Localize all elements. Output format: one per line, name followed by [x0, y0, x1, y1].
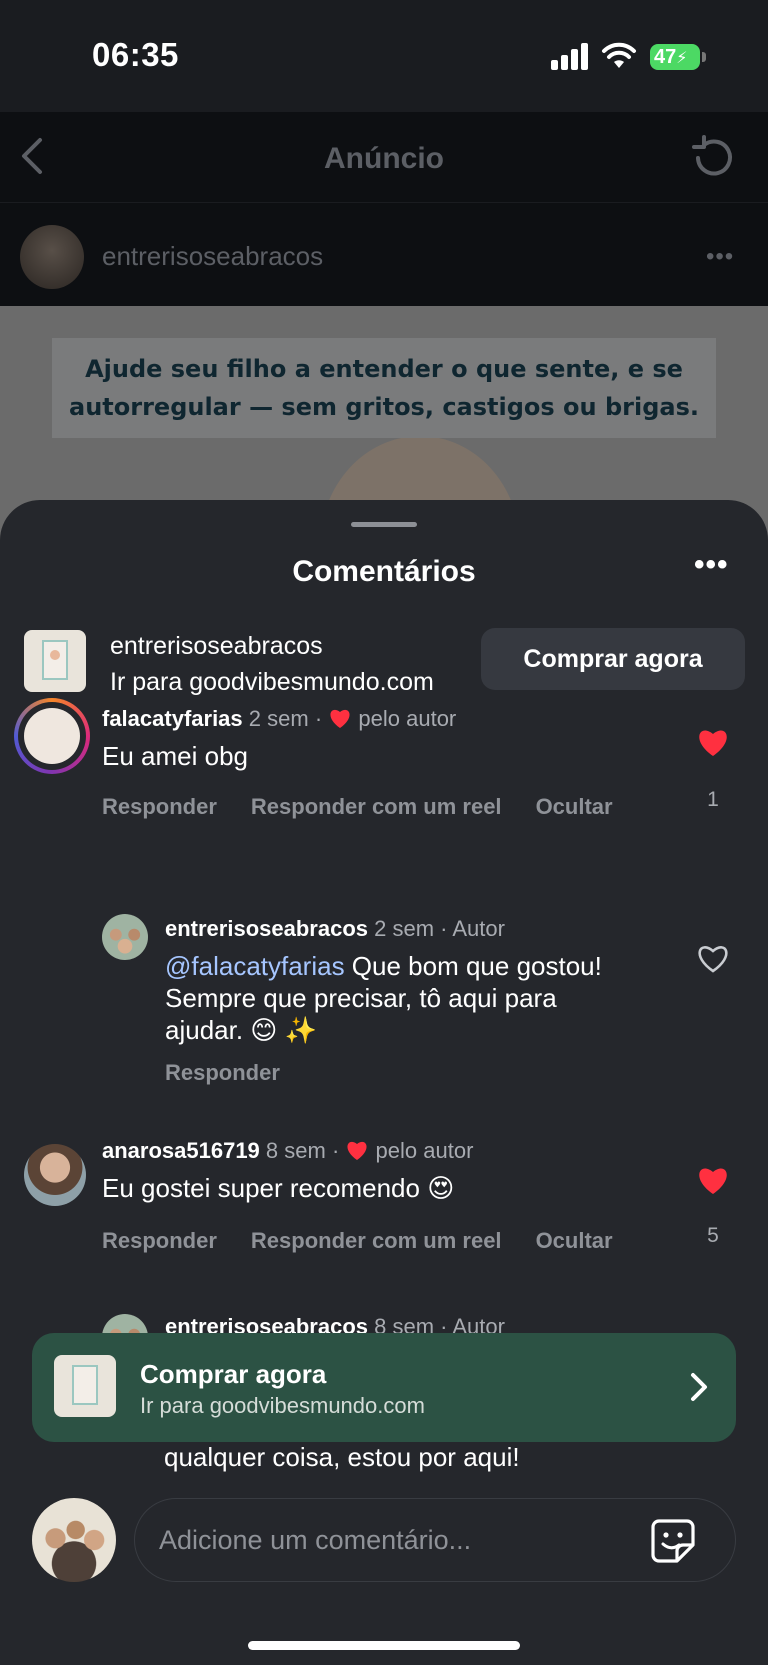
reply-text: @falacatyfarias Que bom que gostou! Semp…	[165, 950, 665, 1046]
comment-input[interactable]	[159, 1499, 629, 1581]
reply-text-c: ajudar. 😊 ✨	[165, 1015, 317, 1045]
reply-button[interactable]: Responder	[102, 1228, 217, 1253]
comment-time: 8 sem	[265, 1138, 326, 1163]
author-liked-heart-icon	[347, 1141, 367, 1160]
comment-username[interactable]: anarosa516719	[102, 1138, 260, 1163]
battery-icon: 47⚡	[650, 44, 700, 70]
like-count: 5	[707, 1224, 719, 1247]
ad-caption: Ajude seu filho a entender o que sente, …	[52, 338, 716, 438]
mention-link[interactable]: @falacatyfarias	[165, 951, 345, 981]
post-more-icon[interactable]: •••	[706, 243, 734, 271]
battery-tip	[702, 52, 706, 62]
liked-by-author-label: pelo autor	[358, 706, 457, 731]
product-thumbnail	[54, 1355, 116, 1417]
buy-now-button[interactable]: Comprar agora	[481, 628, 745, 690]
comment-text: Eu gostei super recomendo 😍	[102, 1173, 455, 1203]
reply-with-reel-button[interactable]: Responder com um reel	[251, 1228, 502, 1253]
comments-sheet: Comentários ••• entrerisoseabracos Ir pa…	[0, 500, 768, 1665]
comment-username[interactable]: falacatyfarias	[102, 706, 243, 731]
sheet-more-icon[interactable]: •••	[694, 548, 729, 582]
hide-button[interactable]: Ocultar	[536, 794, 613, 819]
status-time: 06:35	[92, 36, 179, 73]
page-title: Anúncio	[324, 142, 444, 175]
ad-link-text[interactable]: Ir para goodvibesmundo.com	[110, 668, 434, 697]
author-liked-heart-icon	[330, 709, 350, 728]
like-filled-icon[interactable]	[696, 1164, 730, 1196]
refresh-icon[interactable]	[688, 134, 736, 182]
post-header: entrerisoseabracos •••	[0, 202, 768, 306]
reply-username[interactable]: entrerisoseabracos	[165, 916, 368, 941]
like-outline-icon[interactable]	[696, 942, 730, 974]
commenter-avatar[interactable]	[24, 1144, 86, 1206]
sticker-icon[interactable]	[649, 1517, 697, 1565]
like-count: 1	[707, 788, 719, 811]
sheet-title: Comentários	[292, 555, 476, 588]
comment-time: 2 sem	[248, 706, 309, 731]
shop-now-banner[interactable]: Comprar agora Ir para goodvibesmundo.com	[32, 1333, 736, 1442]
reply-text-a: Que bom que gostou!	[344, 951, 602, 981]
shop-banner-subtitle: Ir para goodvibesmundo.com	[140, 1393, 425, 1418]
battery-level: 47	[654, 46, 677, 68]
reply-text-partial: qualquer coisa, estou por aqui!	[164, 1442, 520, 1472]
post-author-avatar[interactable]	[20, 225, 84, 289]
commenter-avatar[interactable]	[14, 698, 90, 774]
reply-actions: Responder	[165, 1060, 314, 1086]
comment-separator: ·	[314, 706, 323, 731]
reply-with-reel-button[interactable]: Responder com um reel	[251, 794, 502, 819]
replier-avatar[interactable]	[102, 914, 148, 960]
comment-header: falacatyfarias 2 sem · pelo autor	[102, 706, 456, 732]
current-user-avatar	[32, 1498, 116, 1582]
status-bar: 06:35 47⚡	[0, 0, 768, 112]
reply-time-author: 2 sem · Autor	[374, 916, 505, 941]
comment-separator: ·	[331, 1138, 340, 1163]
sheet-grabber[interactable]	[351, 522, 417, 527]
product-thumbnail[interactable]	[24, 630, 86, 692]
comment-header: anarosa516719 8 sem · pelo autor	[102, 1138, 473, 1164]
comment-composer	[134, 1498, 736, 1582]
like-filled-icon[interactable]	[696, 726, 730, 758]
ad-caption-line-1: Ajude seu filho a entender o que sente, …	[85, 355, 683, 383]
cellular-signal-icon	[551, 42, 591, 70]
reply-button[interactable]: Responder	[165, 1060, 280, 1085]
reply-button[interactable]: Responder	[102, 794, 217, 819]
ad-caption-line-2: autorregular — sem gritos, castigos ou b…	[69, 393, 699, 421]
comment-text: Eu amei obg	[102, 741, 248, 771]
shop-banner-title: Comprar agora	[140, 1359, 327, 1389]
liked-by-author-label: pelo autor	[375, 1138, 474, 1163]
top-nav: Anúncio	[0, 112, 768, 202]
ad-username[interactable]: entrerisoseabracos	[110, 632, 323, 661]
post-username[interactable]: entrerisoseabracos	[102, 241, 323, 272]
home-indicator[interactable]	[248, 1641, 520, 1650]
reply-header: entrerisoseabracos 2 sem · Autor	[165, 916, 505, 942]
comment-actions: Responder Responder com um reel Ocultar	[102, 1228, 647, 1254]
wifi-icon	[602, 42, 636, 68]
comment-actions: Responder Responder com um reel Ocultar	[102, 794, 647, 820]
reply-text-b: Sempre que precisar, tô aqui para	[165, 983, 557, 1013]
hide-button[interactable]: Ocultar	[536, 1228, 613, 1253]
ad-link-row: entrerisoseabracos Ir para goodvibesmund…	[0, 628, 768, 702]
chevron-right-icon	[691, 1373, 707, 1401]
